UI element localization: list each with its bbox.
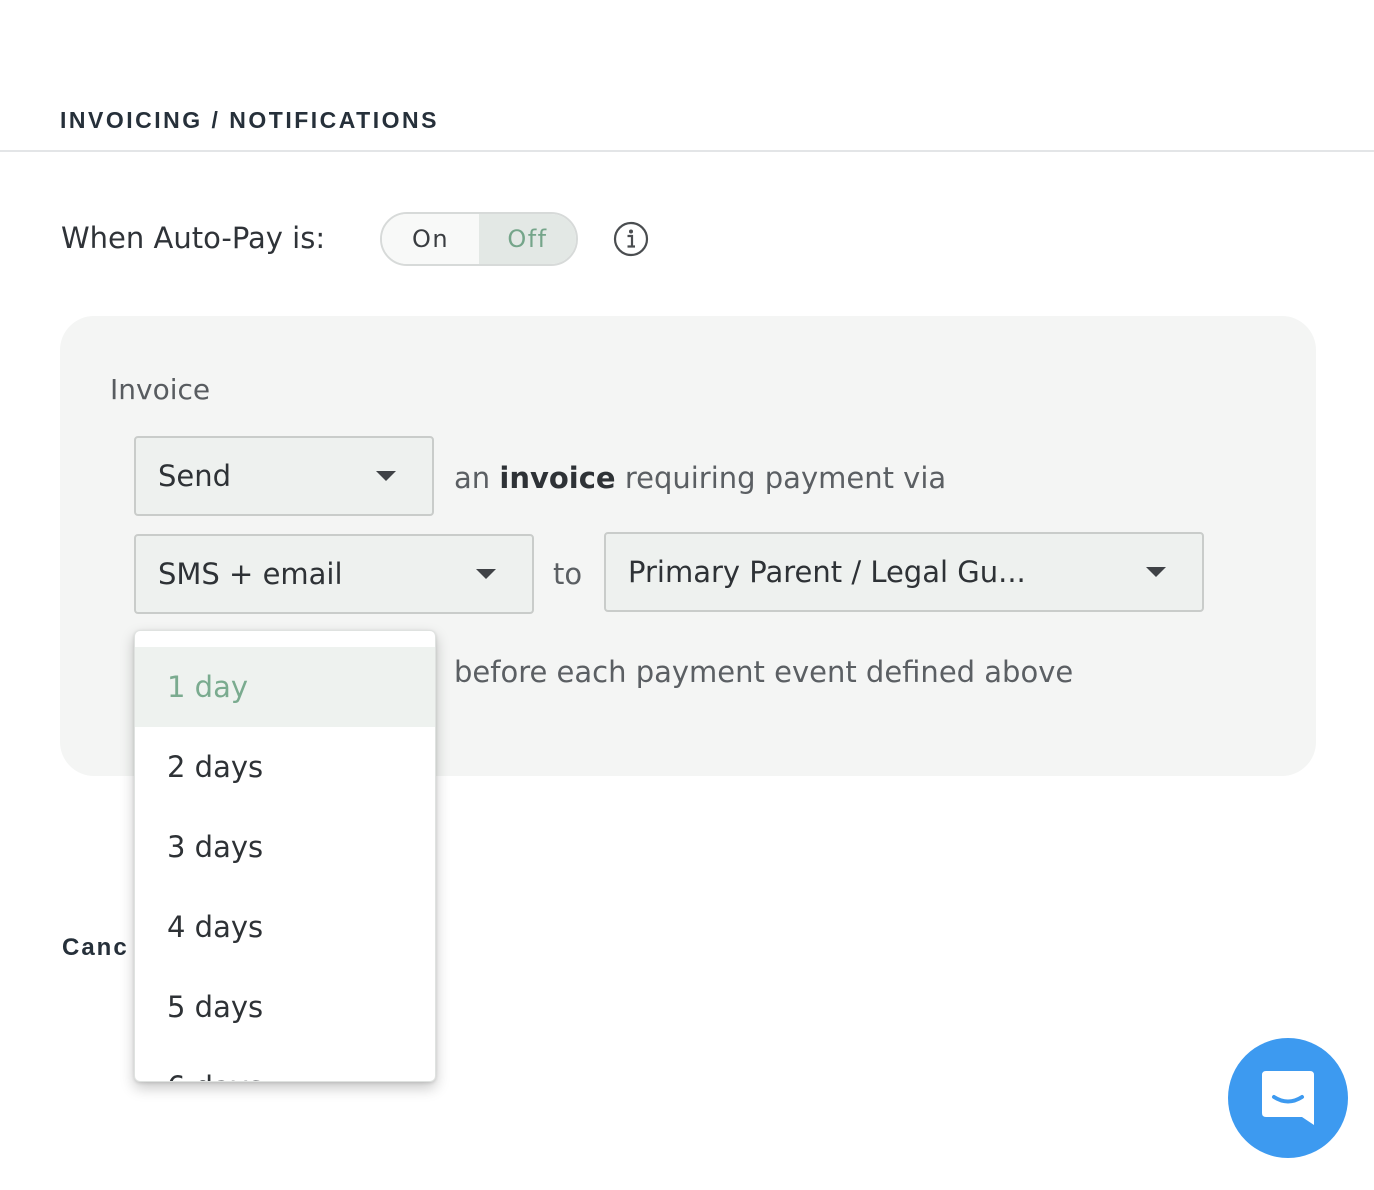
- autopay-on-option[interactable]: On: [382, 214, 479, 264]
- invoice-action-value: Send: [158, 459, 232, 493]
- chevron-down-icon: [1146, 567, 1166, 577]
- header-divider: [0, 150, 1374, 152]
- autopay-toggle[interactable]: On Off: [380, 212, 578, 266]
- timing-options-list: 1 day 2 days 3 days 4 days 5 days 6 days: [135, 647, 435, 1081]
- page: INVOICING / NOTIFICATIONS When Auto-Pay …: [0, 0, 1374, 1190]
- invoice-text-prefix: an: [454, 461, 491, 495]
- chevron-down-icon: [476, 569, 496, 579]
- timing-description: before each payment event defined above: [454, 655, 1074, 689]
- invoice-description: an invoice requiring payment via: [454, 459, 946, 497]
- channel-value: SMS + email: [158, 557, 343, 591]
- breadcrumb: INVOICING / NOTIFICATIONS: [60, 107, 439, 133]
- info-icon[interactable]: [613, 221, 649, 257]
- chevron-down-icon: [376, 471, 396, 481]
- recipient-select[interactable]: Primary Parent / Legal Gu...: [604, 532, 1204, 612]
- to-text: to: [553, 557, 583, 591]
- chat-launcher-button[interactable]: [1228, 1038, 1348, 1158]
- invoice-text-bold: invoice: [499, 461, 616, 495]
- invoice-title: Invoice: [110, 373, 211, 406]
- autopay-label: When Auto-Pay is:: [61, 221, 326, 255]
- chat-icon: [1262, 1071, 1314, 1125]
- timing-option[interactable]: 6 days: [135, 1047, 435, 1081]
- timing-option[interactable]: 1 day: [135, 647, 435, 727]
- timing-option[interactable]: 4 days: [135, 887, 435, 967]
- timing-option[interactable]: 5 days: [135, 967, 435, 1047]
- cancel-button[interactable]: Canc: [62, 934, 129, 962]
- channel-select[interactable]: SMS + email: [134, 534, 534, 614]
- timing-option[interactable]: 3 days: [135, 807, 435, 887]
- invoice-action-select[interactable]: Send: [134, 436, 434, 516]
- autopay-off-option[interactable]: Off: [479, 214, 576, 264]
- timing-option[interactable]: 2 days: [135, 727, 435, 807]
- recipient-value: Primary Parent / Legal Gu...: [628, 555, 1026, 589]
- timing-dropdown-menu[interactable]: 1 day 2 days 3 days 4 days 5 days 6 days: [134, 630, 436, 1082]
- invoice-text-suffix: requiring payment via: [624, 461, 947, 495]
